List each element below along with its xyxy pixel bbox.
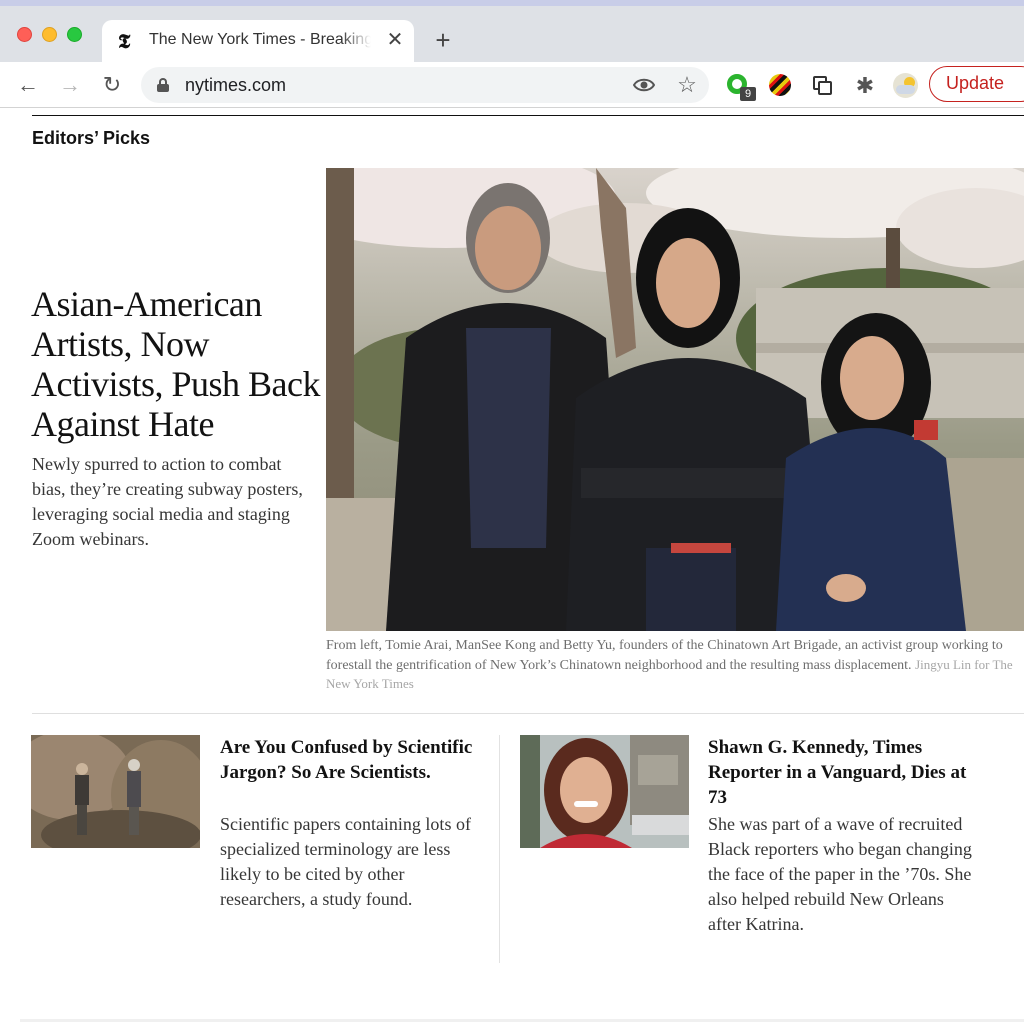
weather-extension-icon[interactable]: [893, 73, 919, 99]
story-thumbnail[interactable]: [31, 735, 200, 848]
extensions-puzzle-icon[interactable]: ✱: [852, 73, 878, 99]
window-close-button[interactable]: [17, 27, 32, 42]
story-summary[interactable]: Scientific papers containing lots of spe…: [220, 812, 482, 912]
striped-extension-icon[interactable]: [768, 73, 794, 99]
lead-photo-image: [326, 168, 1024, 631]
story-thumbnail[interactable]: [520, 735, 689, 848]
browser-toolbar: ← → ↻ nytimes.com ☆ 9 ✱ Update: [0, 62, 1024, 108]
tab-close-icon[interactable]: ✕: [384, 27, 406, 53]
section-top-rule: [32, 115, 1024, 116]
forward-arrow-icon[interactable]: →: [56, 71, 84, 99]
lock-icon[interactable]: [157, 78, 169, 92]
tab-strip: 𝕿 The New York Times - Breaking News ✕ +: [0, 6, 1024, 62]
reload-icon[interactable]: ↻: [98, 71, 126, 99]
lead-photo[interactable]: [326, 168, 1024, 631]
window-minimize-button[interactable]: [42, 27, 57, 42]
section-bottom-rule: [20, 1019, 1024, 1022]
tab-title: The New York Times - Breaking News: [149, 31, 371, 53]
new-tab-button[interactable]: +: [430, 27, 456, 54]
eye-icon[interactable]: [633, 77, 655, 93]
address-bar[interactable]: nytimes.com ☆: [141, 67, 709, 103]
section-divider: [32, 713, 1024, 714]
lead-headline[interactable]: Asian-American Artists, Now Activists, P…: [31, 284, 321, 444]
green-extension-icon[interactable]: 9: [726, 73, 756, 101]
portrait-photo-image: [520, 735, 689, 848]
story-headline[interactable]: Shawn G. Kennedy, Times Reporter in a Va…: [708, 735, 978, 810]
back-arrow-icon[interactable]: ←: [14, 71, 42, 99]
url-text[interactable]: nytimes.com: [185, 75, 286, 96]
lead-summary[interactable]: Newly spurred to action to combat bias, …: [32, 452, 304, 552]
column-divider: [499, 735, 500, 963]
story-headline[interactable]: Are You Confused by Scientific Jargon? S…: [220, 735, 482, 785]
extension-badge: 9: [740, 87, 756, 101]
caption-text: From left, Tomie Arai, ManSee Kong and B…: [326, 638, 1003, 673]
browser-tab-active[interactable]: 𝕿 The New York Times - Breaking News ✕: [102, 20, 414, 62]
section-title[interactable]: Editors’ Picks: [32, 128, 150, 149]
update-button[interactable]: Update: [929, 66, 1024, 102]
cave-photo-image: [31, 735, 200, 848]
copy-extension-icon[interactable]: [810, 73, 836, 99]
story-summary[interactable]: She was part of a wave of recruited Blac…: [708, 812, 978, 937]
bookmark-star-icon[interactable]: ☆: [675, 72, 699, 98]
window-maximize-button[interactable]: [67, 27, 82, 42]
lead-photo-caption: From left, Tomie Arai, ManSee Kong and B…: [326, 637, 1016, 695]
nyt-favicon-icon: 𝕿: [118, 29, 131, 53]
